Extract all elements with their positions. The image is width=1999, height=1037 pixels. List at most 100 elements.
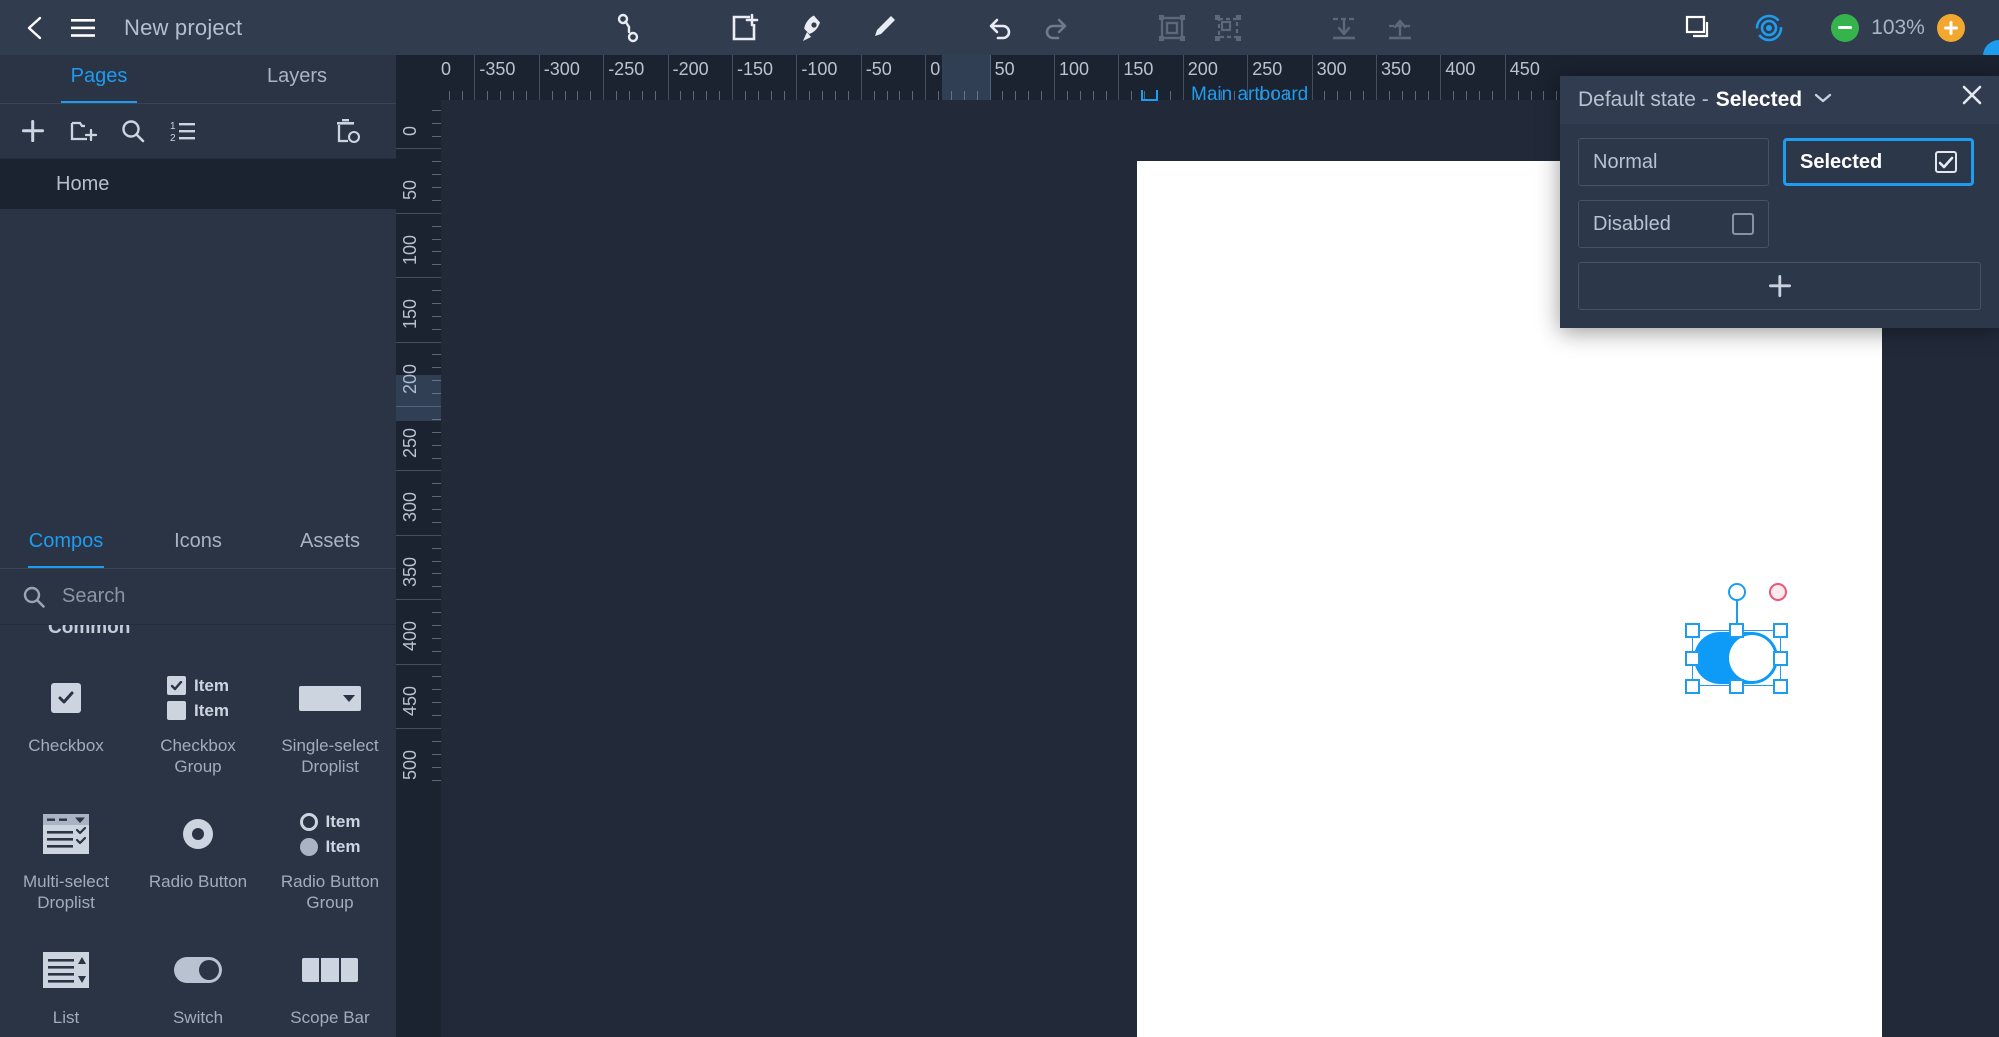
page-item-home[interactable]: Home xyxy=(0,159,396,209)
ruler-tick-minor xyxy=(719,91,720,100)
tab-pages[interactable]: Pages xyxy=(0,55,198,104)
vertical-ruler[interactable]: 050100150200250300350400450500 xyxy=(396,100,441,1037)
delete-trash-icon[interactable] xyxy=(322,111,372,151)
state-card-normal[interactable]: Normal xyxy=(1578,138,1769,186)
tab-compos-label: Compos xyxy=(29,530,103,553)
ruler-label: 350 xyxy=(1376,59,1411,80)
ruler-tick-major xyxy=(396,148,441,149)
state-card-disabled[interactable]: Disabled xyxy=(1578,200,1769,248)
component-label: Radio Button Group xyxy=(270,871,390,914)
component-radio-button[interactable]: Radio Button xyxy=(132,783,264,919)
ruler-tick-minor xyxy=(874,91,875,100)
radio-group-item-1: Item xyxy=(326,812,361,832)
ruler-tick-major xyxy=(396,342,441,343)
state-label: Disabled xyxy=(1593,213,1671,236)
component-label: Multi-select Droplist xyxy=(6,871,126,914)
sort-order-icon[interactable]: 1 2 xyxy=(158,111,208,151)
resize-handle-se[interactable] xyxy=(1773,679,1788,694)
component-switch[interactable]: Switch xyxy=(132,919,264,1037)
ruler-tick-minor xyxy=(642,91,643,100)
list-thumb-icon xyxy=(41,943,91,997)
state-checkbox-selected[interactable] xyxy=(1935,151,1957,173)
artboard-label[interactable]: Main artboard xyxy=(1191,84,1308,106)
ruler-label: -150 xyxy=(732,59,773,80)
ruler-tick-minor xyxy=(432,625,441,626)
ruler-tick-minor xyxy=(432,689,441,690)
ruler-tick-minor xyxy=(432,303,441,304)
tab-layers[interactable]: Layers xyxy=(198,55,396,104)
resize-handle-w[interactable] xyxy=(1685,651,1700,666)
component-scope-bar[interactable]: Scope Bar xyxy=(264,919,396,1037)
hamburger-menu-icon[interactable] xyxy=(66,11,100,45)
tab-assets[interactable]: Assets xyxy=(264,520,396,569)
ruler-tick-minor xyxy=(912,91,913,100)
tab-compos[interactable]: Compos xyxy=(0,520,132,569)
anchor-point-handle[interactable] xyxy=(1769,583,1787,601)
ruler-tick-minor xyxy=(432,780,441,781)
popup-title-prefix: Default state - xyxy=(1578,88,1709,112)
back-button[interactable] xyxy=(18,11,52,45)
bring-forward-icon[interactable] xyxy=(1372,0,1428,55)
component-multi-select-droplist[interactable]: Multi-select Droplist xyxy=(0,783,132,919)
ruler-tick-minor xyxy=(1492,91,1493,100)
chevron-down-icon[interactable] xyxy=(1814,91,1832,109)
page-item-label: Home xyxy=(56,173,109,196)
state-label: Normal xyxy=(1593,151,1657,174)
send-backward-icon[interactable] xyxy=(1316,0,1372,55)
zoom-out-button[interactable] xyxy=(1831,14,1859,42)
ruler-tick-minor xyxy=(1466,91,1467,100)
component-list[interactable]: List xyxy=(0,919,132,1037)
ruler-tick-minor xyxy=(449,91,450,100)
ruler-tick-minor xyxy=(1337,91,1338,100)
add-folder-icon[interactable] xyxy=(58,111,108,151)
resize-handle-e[interactable] xyxy=(1773,651,1788,666)
add-state-button[interactable] xyxy=(1578,262,1981,310)
pencil-icon[interactable] xyxy=(856,0,912,55)
ungroup-icon[interactable] xyxy=(1200,0,1256,55)
state-checkbox-disabled[interactable] xyxy=(1732,213,1754,235)
component-radio-button-group[interactable]: Item Item Radio Button Group xyxy=(264,783,396,919)
tab-icons[interactable]: Icons xyxy=(132,520,264,569)
search-icon[interactable] xyxy=(108,111,158,151)
ruler-tick-minor xyxy=(1556,91,1557,100)
zoom-in-button[interactable] xyxy=(1937,14,1965,42)
ruler-label: -250 xyxy=(603,59,644,80)
add-artboard-icon[interactable] xyxy=(716,0,772,55)
undo-icon[interactable] xyxy=(972,0,1028,55)
ruler-tick-minor xyxy=(577,91,578,100)
redo-icon[interactable] xyxy=(1028,0,1084,55)
component-search-row[interactable]: Search xyxy=(0,569,396,625)
ruler-tick-minor xyxy=(432,548,441,549)
selected-object[interactable] xyxy=(1684,627,1789,689)
ruler-tick-minor xyxy=(1389,91,1390,100)
ruler-tick-minor xyxy=(1080,91,1081,100)
ruler-tick-minor xyxy=(1518,91,1519,100)
state-card-selected[interactable]: Selected xyxy=(1783,138,1974,186)
add-page-icon[interactable] xyxy=(8,111,58,151)
view-controls: 103% xyxy=(1671,0,1999,55)
canvas-tools xyxy=(600,0,1428,55)
pen-tool-icon[interactable] xyxy=(786,0,842,55)
section-header-common[interactable]: Common xyxy=(0,625,396,647)
close-icon[interactable] xyxy=(1957,80,1987,110)
search-input[interactable]: Search xyxy=(62,585,125,608)
resize-handle-s[interactable] xyxy=(1729,679,1744,694)
group-icon[interactable] xyxy=(1144,0,1200,55)
component-checkbox[interactable]: Checkbox xyxy=(0,647,132,783)
link-node-icon[interactable] xyxy=(600,0,656,55)
component-single-select-droplist[interactable]: Single-select Droplist xyxy=(264,647,396,783)
resize-handle-nw[interactable] xyxy=(1685,623,1700,638)
component-label: Scope Bar xyxy=(290,1007,369,1028)
resize-handle-ne[interactable] xyxy=(1773,623,1788,638)
duplicate-icon[interactable] xyxy=(1671,0,1727,55)
resize-handle-n[interactable] xyxy=(1729,623,1744,638)
preview-target-icon[interactable] xyxy=(1741,0,1797,55)
selection-bounds xyxy=(1692,630,1781,686)
component-checkbox-group[interactable]: Item Item Checkbox Group xyxy=(132,647,264,783)
component-label: Single-select Droplist xyxy=(270,735,390,778)
rotation-handle[interactable] xyxy=(1728,583,1746,601)
resize-handle-sw[interactable] xyxy=(1685,679,1700,694)
switch-thumb-icon xyxy=(174,943,222,997)
artboard-resize-handle[interactable] xyxy=(1141,90,1158,101)
ruler-tick-minor xyxy=(745,91,746,100)
